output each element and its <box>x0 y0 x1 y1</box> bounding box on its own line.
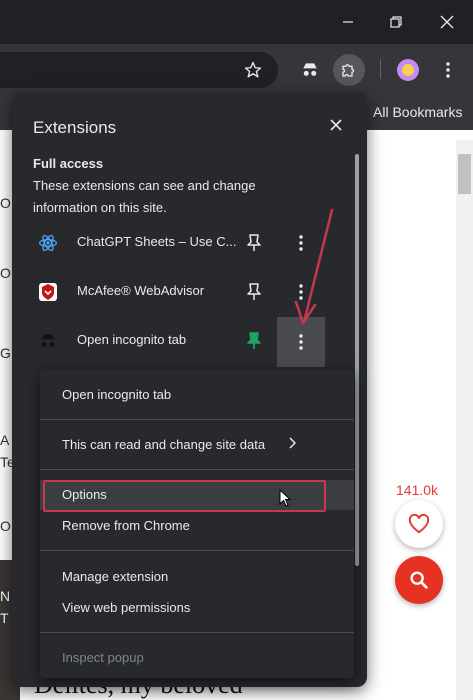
extension-row-open-incognito-tab[interactable]: Open incognito tab <box>12 317 352 367</box>
pin-icon[interactable] <box>242 231 266 255</box>
menu-item-inspect-popup: Inspect popup <box>62 650 144 665</box>
incognito-logo-icon <box>38 331 58 351</box>
page-text-fragment: A <box>0 432 10 448</box>
browser-menu-icon[interactable] <box>432 54 464 86</box>
mouse-cursor-icon <box>279 489 291 507</box>
page-text-fragment: O <box>0 518 11 534</box>
menu-item-site-access[interactable]: This can read and change site data <box>40 430 354 460</box>
extension-row-mcafee[interactable]: McAfee® WebAdvisor <box>12 268 352 316</box>
bookmark-star-icon[interactable] <box>237 54 269 86</box>
incognito-extension-icon[interactable] <box>294 54 326 86</box>
full-access-heading: Full access <box>33 156 104 171</box>
more-options-active-icon[interactable] <box>277 317 325 367</box>
like-button[interactable] <box>395 500 443 548</box>
menu-item-view-web-permissions[interactable]: View web permissions <box>40 593 354 623</box>
menu-item-open-incognito-tab[interactable]: Open incognito tab <box>40 380 354 410</box>
toolbar-separator <box>380 59 381 79</box>
extension-context-menu: Open incognito tab This can read and cha… <box>40 370 354 678</box>
minimize-icon[interactable] <box>334 8 362 36</box>
menu-item-manage-extension[interactable]: Manage extension <box>40 562 354 592</box>
page-text-fragment: G <box>0 345 11 361</box>
menu-divider <box>40 550 354 551</box>
more-options-icon[interactable] <box>289 231 313 255</box>
page-text-fragment: O <box>0 265 11 281</box>
pin-icon[interactable] <box>242 280 266 304</box>
menu-divider <box>40 632 354 633</box>
page-scrollbar-thumb[interactable] <box>458 154 471 194</box>
menu-divider <box>40 419 354 420</box>
close-icon[interactable] <box>324 113 348 137</box>
profile-avatar[interactable] <box>392 54 424 86</box>
menu-item-remove-from-chrome[interactable]: Remove from Chrome <box>40 511 354 541</box>
page-text-fragment: O <box>0 195 11 211</box>
likes-count: 141.0k <box>396 482 439 498</box>
page-text-fragment: N <box>0 588 11 604</box>
browser-toolbar <box>0 44 473 96</box>
extension-name: McAfee® WebAdvisor <box>77 283 205 298</box>
panel-scrollbar[interactable] <box>355 154 359 566</box>
chatgpt-sheets-logo-icon <box>38 233 58 253</box>
full-access-description: These extensions can see and change info… <box>33 178 256 215</box>
restore-icon[interactable] <box>382 8 410 36</box>
extension-row-chatgpt-sheets[interactable]: ChatGPT Sheets – Use C... <box>12 219 352 267</box>
search-icon <box>410 571 428 589</box>
title-bar <box>0 0 473 44</box>
page-text-fragment: T <box>0 610 9 626</box>
all-bookmarks-link[interactable]: All Bookmarks <box>373 104 462 120</box>
extension-name: ChatGPT Sheets – Use C... <box>77 234 237 249</box>
pinned-icon[interactable] <box>242 329 266 353</box>
extensions-panel-title: Extensions <box>33 118 117 137</box>
menu-divider <box>40 469 354 470</box>
page-scrollbar[interactable] <box>456 140 473 700</box>
extension-name: Open incognito tab <box>77 332 187 347</box>
mcafee-logo-icon <box>38 282 58 302</box>
extensions-puzzle-icon[interactable] <box>333 54 365 86</box>
heart-icon <box>408 514 430 534</box>
close-window-icon[interactable] <box>433 8 461 36</box>
chevron-right-icon <box>288 437 297 452</box>
search-fab-button[interactable] <box>395 556 443 604</box>
more-options-icon[interactable] <box>289 280 313 304</box>
